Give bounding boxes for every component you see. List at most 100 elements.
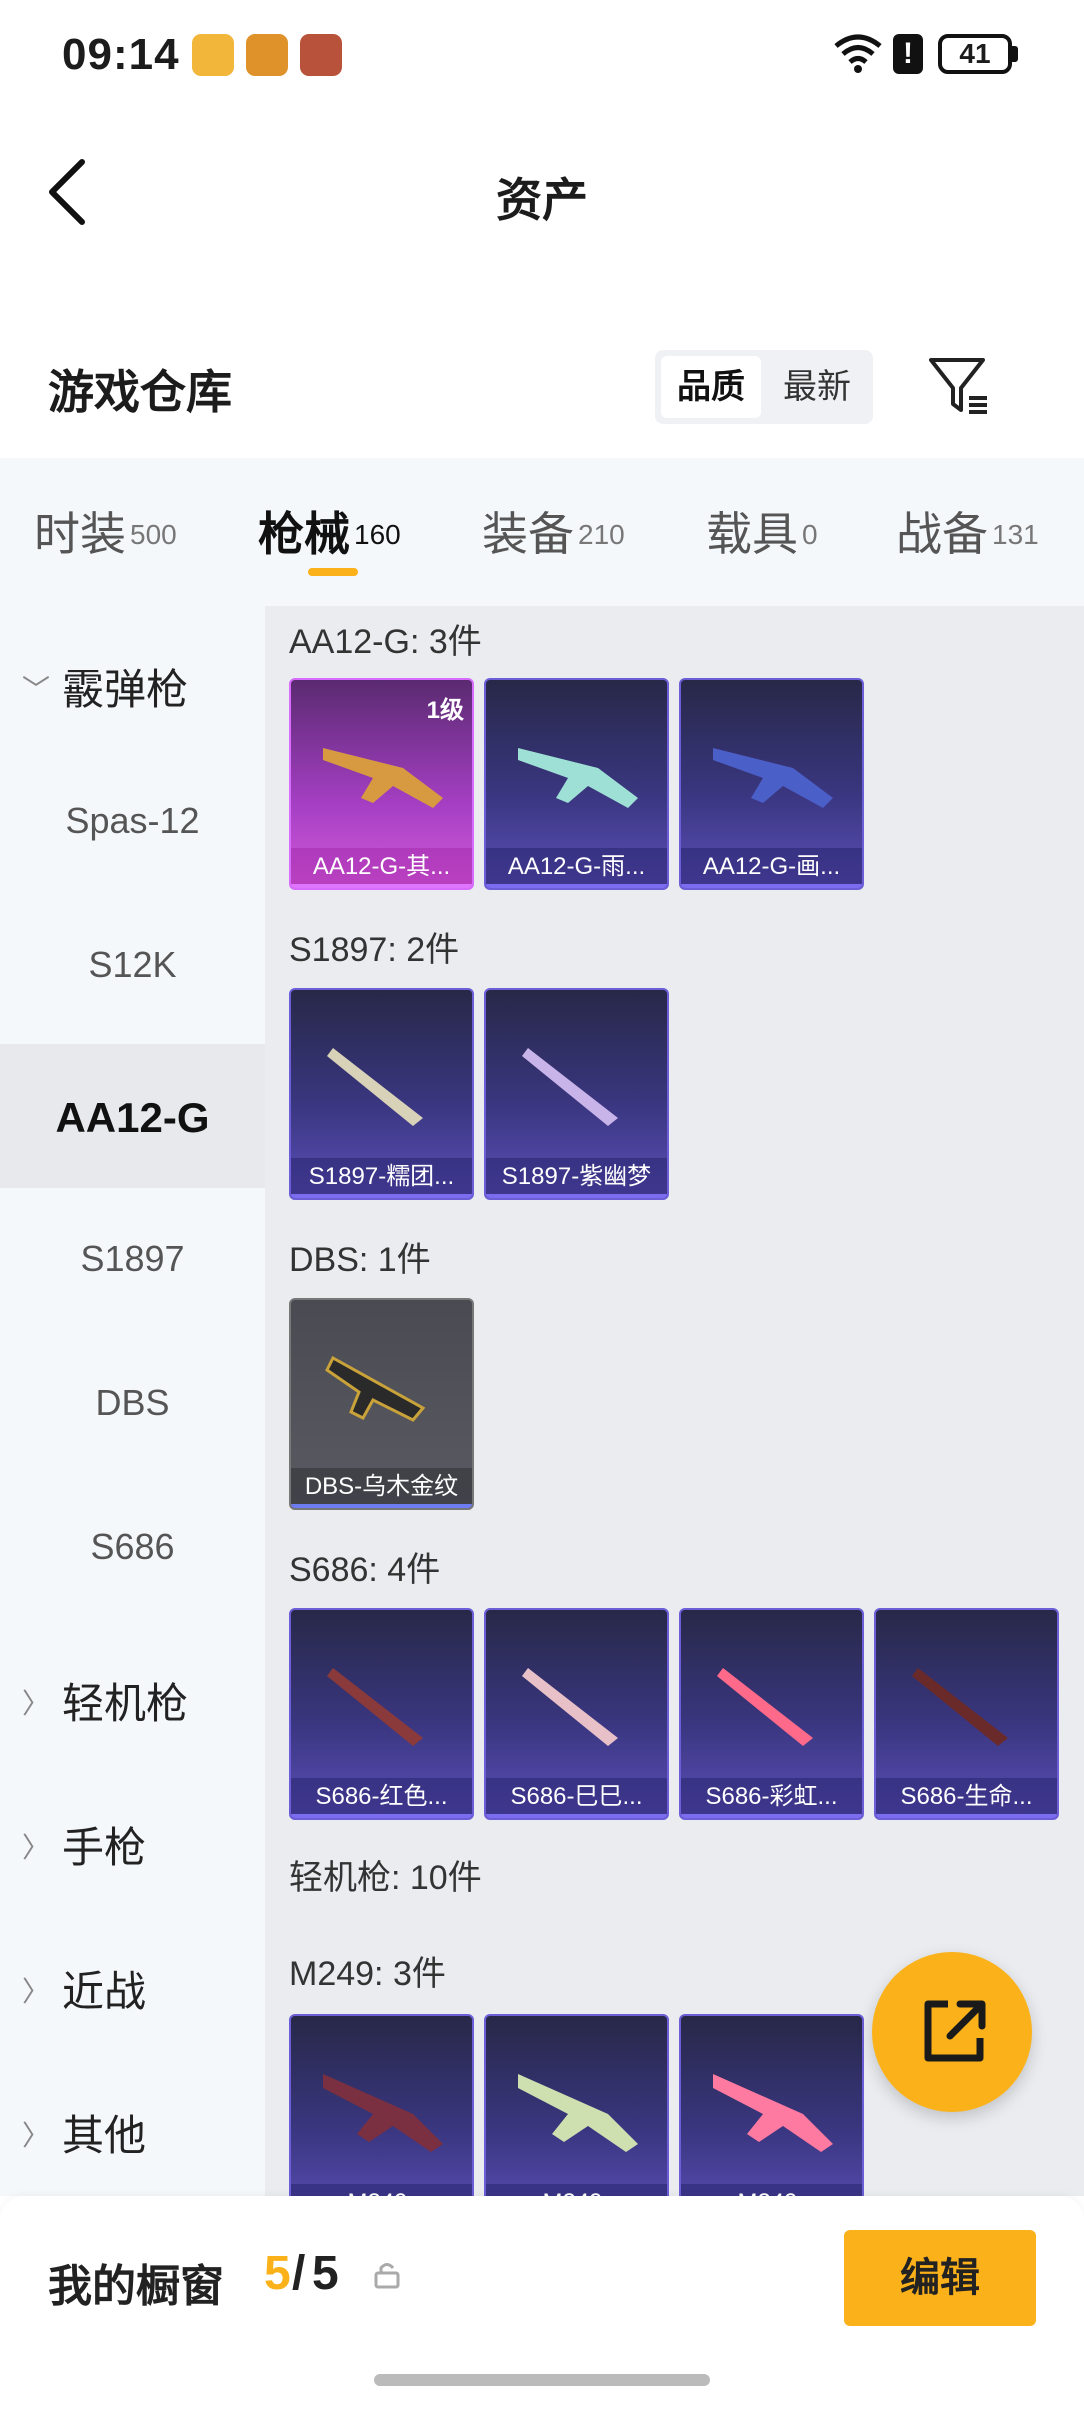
sidebar-item-label: DBS	[95, 1382, 170, 1423]
weapon-name: S686-红色...	[291, 1778, 472, 1818]
machinegun-skin-image	[323, 2074, 443, 2152]
tab-count: 500	[130, 518, 177, 550]
sidebar-item-label: AA12-G	[55, 1094, 210, 1141]
weapon-name: S686-巳巳...	[486, 1778, 667, 1818]
showcase-bar: 我的橱窗 5 / 5 编辑	[0, 2196, 1084, 2412]
shotgun-skin-image	[327, 1668, 423, 1746]
shotgun-skin-image	[327, 1048, 423, 1126]
chevron-right-icon: 〉	[22, 2120, 51, 2151]
group-title-lmg: 轻机枪: 10件	[289, 1859, 482, 1897]
level-badge: 1级	[426, 697, 464, 724]
machinegun-skin-image	[713, 2074, 833, 2152]
tab-count: 131	[992, 518, 1039, 550]
shotgun-skin-image	[717, 1668, 813, 1746]
warehouse-title: 游戏仓库	[48, 366, 232, 418]
weapon-name: AA12-G-画...	[681, 848, 862, 888]
wifi-icon	[834, 34, 882, 73]
weapon-card[interactable]: S686-彩虹...	[679, 1608, 864, 1820]
weapon-name: AA12-G-其...	[291, 848, 472, 888]
weapon-card[interactable]: AA12-G-画...	[679, 678, 864, 890]
shotgun-skin-image	[912, 1668, 1008, 1746]
tab-firearms[interactable]: 枪械 160	[258, 498, 401, 570]
tab-label: 时装	[34, 508, 126, 560]
sidebar-item-lmg[interactable]: 〉 轻机枪	[0, 1620, 265, 1764]
edit-button[interactable]: 编辑	[844, 2230, 1036, 2326]
weapon-card[interactable]: M249-	[289, 2014, 474, 2196]
tab-outfits[interactable]: 时装 500	[34, 498, 177, 570]
category-tabs: 时装 500 枪械 160 装备 210 载具 0 战备 131	[0, 458, 1084, 606]
sidebar-item-s686[interactable]: S686	[0, 1476, 265, 1620]
battery-icon: 41	[938, 34, 1012, 74]
sidebar-item-aa12-g[interactable]: AA12-G	[0, 1044, 265, 1188]
chevron-right-icon: 〉	[22, 1832, 51, 1863]
filter-icon	[929, 358, 987, 414]
weapon-card[interactable]: M249-	[484, 2014, 669, 2196]
tab-label: 装备	[482, 508, 574, 560]
weapon-card[interactable]: DBS-乌木金纹	[289, 1298, 474, 1510]
chevron-right-icon: 〉	[22, 1976, 51, 2007]
sidebar-item-label: S1897	[80, 1238, 185, 1279]
group-title-s1897: S1897: 2件	[289, 931, 460, 969]
showcase-total-count: 5	[312, 2247, 339, 2300]
app-notification-icon-2	[246, 34, 288, 76]
active-tab-indicator	[308, 568, 358, 576]
chevron-down-icon: ﹀	[22, 674, 51, 705]
sort-toggle: 品质 最新	[655, 350, 873, 424]
sidebar-item-label: S686	[90, 1526, 175, 1567]
weapon-card[interactable]: S1897-紫幽梦	[484, 988, 669, 1200]
rifle-skin-image	[518, 748, 638, 808]
weapon-card[interactable]: S686-红色...	[289, 1608, 474, 1820]
tab-count: 210	[578, 518, 625, 550]
machinegun-skin-image	[518, 2074, 638, 2152]
status-time: 09:14	[62, 30, 180, 79]
group-title-s686: S686: 4件	[289, 1551, 441, 1589]
alert-icon: !	[893, 34, 923, 74]
weapon-card[interactable]: M249-	[679, 2014, 864, 2196]
home-indicator	[374, 2374, 710, 2386]
sidebar-item-s12k[interactable]: S12K	[0, 894, 265, 1038]
weapon-name: DBS-乌木金纹	[291, 1468, 472, 1508]
tab-count: 0	[802, 518, 818, 550]
sidebar-item-shotgun[interactable]: ﹀ 霰弹枪	[0, 606, 265, 750]
rifle-skin-image	[323, 748, 443, 808]
weapon-card[interactable]: S1897-糯团...	[289, 988, 474, 1200]
showcase-separator: /	[292, 2247, 306, 2300]
tab-label: 载具	[706, 508, 798, 560]
battery-tip	[1012, 46, 1018, 62]
weapon-card[interactable]: S686-巳巳...	[484, 1608, 669, 1820]
tab-supplies[interactable]: 战备 131	[896, 498, 1039, 570]
sidebar-item-s1897[interactable]: S1897	[0, 1188, 265, 1332]
lock-icon	[374, 2263, 400, 2289]
sort-quality-option[interactable]: 品质	[661, 356, 761, 418]
group-title-aa12-g: AA12-G: 3件	[289, 623, 482, 661]
weapon-name: AA12-G-雨...	[486, 848, 667, 888]
shotgun-skin-image	[522, 1048, 618, 1126]
shotgun-skin-image	[522, 1668, 618, 1746]
share-button[interactable]	[872, 1952, 1032, 2112]
sidebar-item-dbs[interactable]: DBS	[0, 1332, 265, 1476]
sidebar-item-melee[interactable]: 〉 近战	[0, 1908, 265, 2052]
tab-label: 枪械	[258, 508, 350, 560]
sidebar-item-other[interactable]: 〉 其他	[0, 2052, 265, 2196]
group-title-dbs: DBS: 1件	[289, 1241, 431, 1279]
sidebar-item-label: S12K	[88, 944, 177, 985]
weapon-name: S1897-紫幽梦	[486, 1158, 667, 1198]
tab-vehicles[interactable]: 载具 0	[706, 498, 818, 570]
weapon-card[interactable]: 1级 AA12-G-其...	[289, 678, 474, 890]
weapon-card[interactable]: S686-生命...	[874, 1608, 1059, 1820]
page-title: 资产	[496, 174, 588, 226]
share-icon	[924, 2000, 986, 2062]
tab-equipment[interactable]: 装备 210	[482, 498, 625, 570]
weapon-sidebar: ﹀ 霰弹枪 Spas-12 S12K AA12-G S1897 DBS S686…	[0, 606, 265, 2196]
app-notification-icon-1	[192, 34, 234, 76]
showcase-used-count: 5	[264, 2247, 291, 2300]
sidebar-item-pistol[interactable]: 〉 手枪	[0, 1764, 265, 1908]
sort-latest-option[interactable]: 最新	[767, 356, 867, 418]
group-title-m249: M249: 3件	[289, 1955, 446, 1993]
weapon-name: M249-	[291, 2184, 472, 2196]
sidebar-item-spas-12[interactable]: Spas-12	[0, 750, 265, 894]
weapon-card[interactable]: AA12-G-雨...	[484, 678, 669, 890]
weapon-name: S686-生命...	[876, 1778, 1057, 1818]
filter-button[interactable]	[925, 352, 993, 420]
weapon-name: M249-	[486, 2184, 667, 2196]
